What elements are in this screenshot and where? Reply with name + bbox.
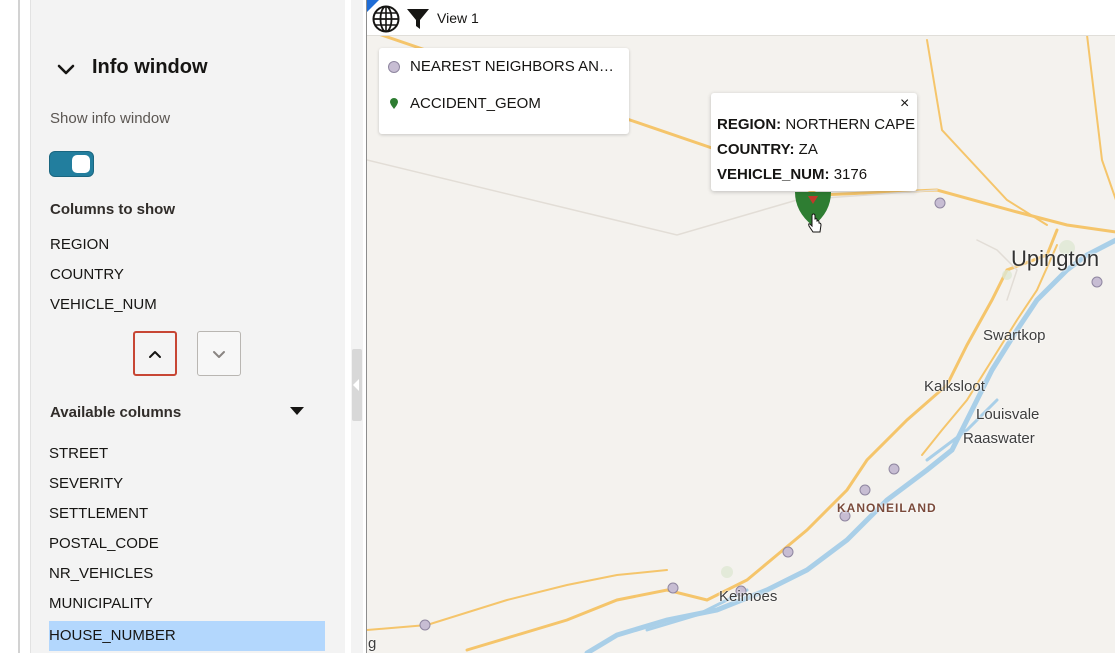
available-column-item[interactable]: POSTAL_CODE xyxy=(49,529,325,559)
info-value: 3176 xyxy=(833,166,868,183)
section-title[interactable]: Info window xyxy=(92,56,208,79)
legend-label: NEAREST NEIGHBORS AN… xyxy=(410,58,614,75)
shown-column-item[interactable]: REGION xyxy=(50,236,109,253)
place-label: Raaswater xyxy=(963,430,1035,447)
place-label: Keimoes xyxy=(719,588,778,605)
place-label: Swartkop xyxy=(983,327,1046,344)
info-value: NORTHERN CAPE xyxy=(785,116,916,133)
available-column-item[interactable]: SEVERITY xyxy=(49,469,325,499)
place-label: Louisvale xyxy=(976,406,1040,423)
chevron-up-icon xyxy=(149,350,161,358)
collapse-left-icon[interactable] xyxy=(353,379,359,391)
columns-to-show-label: Columns to show xyxy=(50,201,175,218)
place-label: Upington xyxy=(1011,246,1100,271)
caret-down-icon[interactable] xyxy=(290,407,304,415)
place-label: KANONEILAND xyxy=(837,501,937,515)
filter-icon[interactable] xyxy=(406,7,430,31)
map-view[interactable]: View 1 NEAREST NEIGHBORS AN… ACCIDENT_GE… xyxy=(366,0,1115,653)
legend-label: ACCIDENT_GEOM xyxy=(410,95,541,112)
view-tab-label[interactable]: View 1 xyxy=(437,10,479,26)
shown-column-item[interactable]: VEHICLE_NUM xyxy=(50,296,157,313)
available-column-item[interactable]: MUNICIPALITY xyxy=(49,589,325,619)
legend-item[interactable]: NEAREST NEIGHBORS AN… xyxy=(388,58,614,75)
shown-column-item[interactable]: COUNTRY xyxy=(50,266,124,283)
pin-marker-icon xyxy=(388,97,400,110)
available-column-item[interactable]: STREET xyxy=(49,439,325,469)
available-column-item[interactable]: NR_VEHICLES xyxy=(49,559,325,589)
window-edge xyxy=(18,0,20,653)
place-label: Kalksloot xyxy=(924,378,985,395)
map-toolbar: View 1 xyxy=(367,0,1115,36)
available-columns-label: Available columns xyxy=(50,404,182,421)
globe-icon[interactable] xyxy=(371,4,401,34)
chevron-down-icon[interactable] xyxy=(56,60,76,80)
info-key: VEHICLE_NUM: xyxy=(717,166,830,183)
splitter-track xyxy=(351,0,363,653)
legend-item[interactable]: ACCIDENT_GEOM xyxy=(388,95,541,112)
info-field-region: REGION: NORTHERN CAPE xyxy=(717,116,915,133)
info-value: ZA xyxy=(798,141,818,158)
info-field-vehicle-num: VEHICLE_NUM: 3176 xyxy=(717,166,867,183)
move-up-button[interactable] xyxy=(133,331,177,376)
move-down-button[interactable] xyxy=(197,331,241,376)
info-popup: × REGION: NORTHERN CAPE COUNTRY: ZA VEHI… xyxy=(711,93,917,191)
circle-marker-icon xyxy=(388,60,400,73)
info-key: REGION: xyxy=(717,116,782,133)
info-field-country: COUNTRY: ZA xyxy=(717,141,818,158)
show-info-toggle[interactable] xyxy=(49,151,94,177)
chevron-down-icon xyxy=(213,350,225,358)
available-column-item-selected[interactable]: HOUSE_NUMBER xyxy=(49,621,325,651)
place-label: g xyxy=(368,635,377,652)
available-column-item[interactable]: SETTLEMENT xyxy=(49,499,325,529)
info-key: COUNTRY: xyxy=(717,141,795,158)
show-info-label: Show info window xyxy=(50,110,171,127)
map-legend: NEAREST NEIGHBORS AN… ACCIDENT_GEOM xyxy=(379,48,629,134)
toggle-knob xyxy=(72,155,90,173)
close-icon[interactable]: × xyxy=(900,95,909,113)
